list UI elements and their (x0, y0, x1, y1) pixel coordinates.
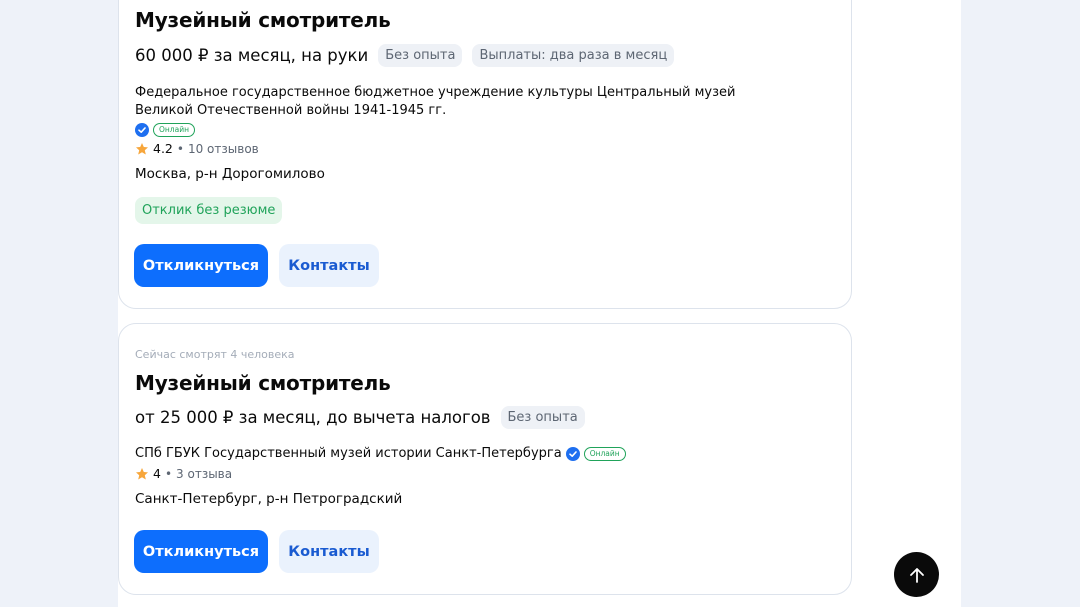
rating-separator: • (176, 141, 184, 156)
rating-separator: • (164, 466, 173, 481)
company-name[interactable]: СПб ГБУК Государственный музей истории С… (135, 445, 562, 463)
vacancy-salary: 60 000 ₽ за месяц, на руки (135, 46, 369, 65)
experience-tag: Без опыта (500, 406, 585, 429)
reviews-count[interactable]: 10 отзывов (188, 142, 259, 156)
payments-tag: Выплаты: два раза в месяц (472, 44, 675, 67)
star-icon (136, 467, 148, 479)
online-badge: Онлайн (583, 447, 626, 461)
rating-value: 4 (153, 466, 161, 481)
vacancy-card[interactable]: Сейчас смотрят 4 человека Музейный смотр… (118, 323, 852, 595)
company-name[interactable]: Федеральное государственное бюджетное уч… (135, 84, 795, 120)
arrow-up-icon (909, 567, 924, 583)
scroll-to-top-button[interactable] (894, 552, 939, 597)
rating-value: 4.2 (153, 141, 173, 156)
apply-button[interactable]: Откликнуться (134, 530, 268, 573)
vacancy-location: Санкт-Петербург, р-н Петроградский (135, 491, 403, 507)
verified-icon (565, 447, 580, 461)
contacts-button[interactable]: Контакты (279, 530, 379, 573)
reviews-count[interactable]: 3 отзыва (176, 467, 232, 481)
verified-icon (135, 123, 149, 137)
vacancy-salary: от 25 000 ₽ за месяц, до вычета налогов (135, 408, 491, 427)
apply-button[interactable]: Откликнуться (134, 244, 268, 287)
vacancy-title[interactable]: Музейный смотритель (135, 8, 835, 32)
experience-tag: Без опыта (378, 44, 463, 67)
no-resume-tag: Отклик без резюме (135, 197, 283, 224)
watchers-count: Сейчас смотрят 4 человека (135, 348, 295, 361)
online-badge: Онлайн (153, 123, 195, 137)
vacancy-title[interactable]: Музейный смотритель (135, 371, 835, 395)
contacts-button[interactable]: Контакты (279, 244, 379, 287)
vacancy-location: Москва, р-н Дорогомилово (135, 166, 325, 182)
star-icon (136, 142, 148, 154)
vacancy-card[interactable]: Музейный смотритель 60 000 ₽ за месяц, н… (118, 0, 852, 309)
